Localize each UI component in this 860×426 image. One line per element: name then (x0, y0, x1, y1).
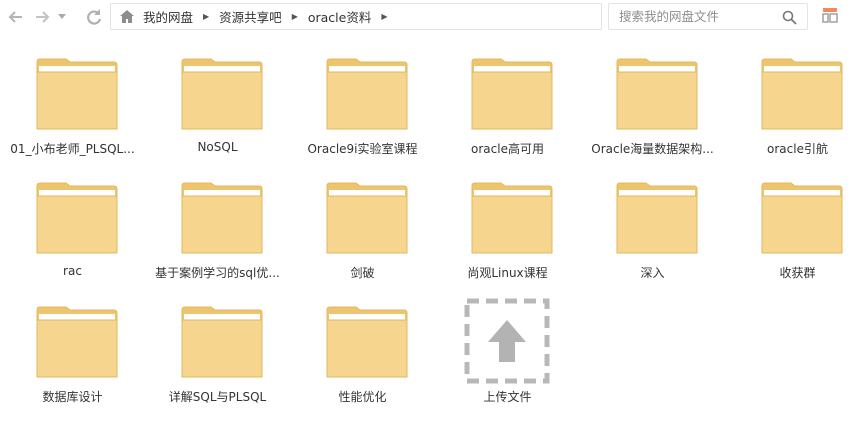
refresh-button[interactable] (82, 5, 106, 29)
toolbar: 我的网盘 ▶ 资源共享吧 ▶ oracle资料 ▶ (0, 0, 860, 34)
folder-icon (761, 182, 843, 254)
folder-label: 基于案例学习的sql优... (155, 266, 280, 280)
folder-label: rac (63, 264, 82, 278)
upload-file-tile[interactable]: 上传文件 (435, 298, 580, 418)
folder-icon (326, 58, 408, 130)
folder-icon (326, 182, 408, 254)
history-dropdown-button[interactable] (54, 5, 70, 29)
folder-label: oracle高可用 (471, 142, 544, 156)
folder-item[interactable]: Oracle海量数据架构... (580, 58, 725, 178)
folder-item[interactable]: 01_小布老师_PLSQL... (0, 58, 145, 178)
folder-item[interactable]: NoSQL (145, 58, 290, 178)
folder-label: 剑破 (350, 266, 375, 280)
back-button[interactable] (4, 5, 28, 29)
folder-item[interactable]: 深入 (580, 182, 725, 302)
folder-item[interactable]: oracle高可用 (435, 58, 580, 178)
breadcrumb: 我的网盘 ▶ 资源共享吧 ▶ oracle资料 ▶ (110, 3, 602, 30)
folder-icon (36, 306, 118, 378)
folder-label: 性能优化 (338, 390, 387, 404)
folder-icon (471, 182, 553, 254)
folder-icon (471, 58, 553, 130)
folder-label: oracle引航 (767, 142, 828, 156)
folder-label: 详解SQL与PLSQL (168, 390, 267, 404)
breadcrumb-separator-icon: ▶ (381, 12, 388, 21)
view-toggle-button[interactable] (822, 7, 838, 27)
folder-item[interactable]: oracle引航 (725, 58, 860, 178)
folder-icon (761, 58, 843, 130)
breadcrumb-item-my-disk[interactable]: 我的网盘 (137, 7, 199, 26)
breadcrumb-separator-icon: ▶ (203, 12, 210, 21)
folder-label: Oracle海量数据架构... (591, 142, 714, 156)
folder-item[interactable]: 性能优化 (290, 306, 435, 426)
upload-icon (464, 298, 550, 384)
folder-item[interactable]: 尚观Linux课程 (435, 182, 580, 302)
folder-item[interactable]: 剑破 (290, 182, 435, 302)
folder-label: 收获群 (779, 266, 816, 280)
folder-icon (36, 58, 118, 130)
forward-arrow-icon (36, 11, 50, 23)
refresh-icon (87, 9, 102, 25)
folder-label: 尚观Linux课程 (467, 266, 548, 280)
folder-item[interactable]: 详解SQL与PLSQL (145, 306, 290, 426)
search-box (608, 3, 808, 30)
folder-icon (36, 182, 118, 254)
folder-item[interactable]: 基于案例学习的sql优... (145, 182, 290, 302)
folder-icon (326, 306, 408, 378)
home-icon[interactable] (119, 8, 137, 26)
folder-icon (616, 58, 698, 130)
folder-item[interactable]: rac (0, 182, 145, 302)
chevron-down-icon (58, 14, 66, 19)
folder-label: NoSQL (197, 140, 238, 154)
folder-icon (181, 306, 263, 378)
folder-item[interactable]: 收获群 (725, 182, 860, 302)
upload-file-label: 上传文件 (483, 390, 532, 404)
folder-label: 深入 (640, 266, 665, 280)
folder-icon (616, 182, 698, 254)
folder-label: Oracle9i实验室课程 (307, 142, 418, 156)
breadcrumb-item-oracle[interactable]: oracle资料 (302, 7, 377, 26)
folder-item[interactable]: Oracle9i实验室课程 (290, 58, 435, 178)
folder-icon (181, 182, 263, 254)
search-icon[interactable] (782, 10, 797, 25)
forward-button[interactable] (30, 5, 54, 29)
breadcrumb-item-shared[interactable]: 资源共享吧 (213, 7, 288, 26)
breadcrumb-separator-icon: ▶ (291, 12, 298, 21)
grid-view-icon (822, 8, 838, 23)
folder-label: 数据库设计 (42, 390, 103, 404)
search-input[interactable] (617, 8, 781, 25)
folder-item[interactable]: 数据库设计 (0, 306, 145, 426)
folder-label: 01_小布老师_PLSQL... (10, 142, 135, 156)
folder-icon (181, 58, 263, 130)
back-arrow-icon (8, 11, 22, 23)
